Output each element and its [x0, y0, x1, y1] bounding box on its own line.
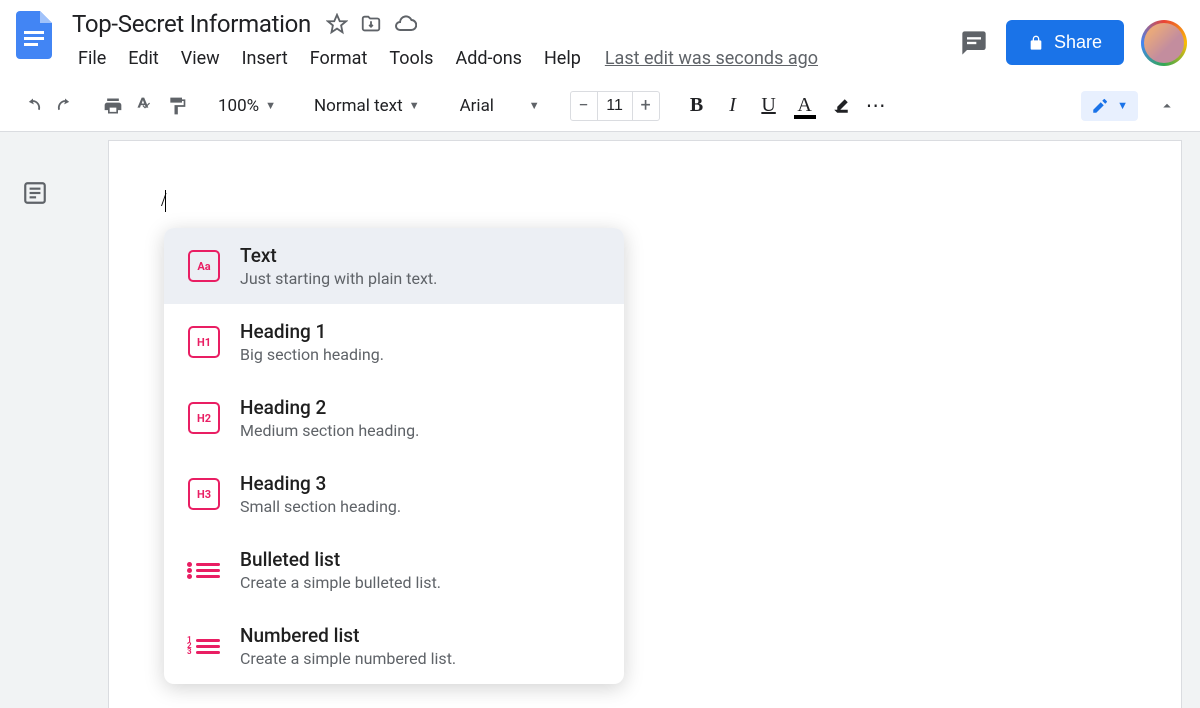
menu-item-title: Bulleted list: [240, 548, 441, 571]
slash-menu-item-text[interactable]: Aa Text Just starting with plain text.: [164, 228, 624, 304]
menu-item-desc: Just starting with plain text.: [240, 269, 437, 288]
bold-button[interactable]: B: [682, 91, 712, 121]
move-to-folder-icon[interactable]: [359, 12, 383, 36]
menu-item-desc: Big section heading.: [240, 345, 384, 364]
share-button[interactable]: Share: [1006, 20, 1124, 65]
menu-item-desc: Small section heading.: [240, 497, 401, 516]
underline-button[interactable]: U: [754, 91, 784, 121]
format-icon: H3: [188, 478, 220, 510]
numbered-list-icon: [188, 630, 220, 662]
format-icon: Aa: [188, 250, 220, 282]
document-content[interactable]: /: [161, 189, 167, 212]
menu-item-desc: Create a simple numbered list.: [240, 649, 456, 668]
comments-icon[interactable]: [960, 29, 988, 57]
menu-format[interactable]: Format: [300, 44, 378, 73]
font-size-input[interactable]: [597, 92, 633, 120]
more-toolbar-icon[interactable]: ⋯: [862, 91, 892, 121]
font-size-stepper: − +: [570, 91, 660, 121]
style-value: Normal text: [314, 96, 403, 116]
menu-item-title: Heading 3: [240, 472, 401, 495]
cloud-status-icon[interactable]: [393, 12, 417, 36]
bulleted-list-icon: [188, 554, 220, 586]
zoom-value: 100%: [218, 96, 259, 116]
menu-help[interactable]: Help: [534, 44, 591, 73]
menu-view[interactable]: View: [171, 44, 230, 73]
slash-menu-item-heading-2[interactable]: H2 Heading 2 Medium section heading.: [164, 380, 624, 456]
menu-edit[interactable]: Edit: [118, 44, 168, 73]
font-family-select[interactable]: Arial ▼: [450, 96, 550, 116]
paint-format-icon[interactable]: [162, 91, 192, 121]
menu-item-title: Numbered list: [240, 624, 456, 647]
font-size-increase[interactable]: +: [633, 92, 659, 120]
outline-sidebar-icon[interactable]: [22, 180, 50, 208]
undo-icon[interactable]: [18, 91, 48, 121]
text-color-button[interactable]: A: [790, 91, 820, 121]
paragraph-style-select[interactable]: Normal text ▼: [304, 96, 430, 116]
slash-menu-item-heading-1[interactable]: H1 Heading 1 Big section heading.: [164, 304, 624, 380]
redo-icon[interactable]: [50, 91, 80, 121]
menu-item-title: Text: [240, 244, 437, 267]
menu-file[interactable]: File: [68, 44, 116, 73]
menu-item-desc: Medium section heading.: [240, 421, 419, 440]
spellcheck-icon[interactable]: [130, 91, 160, 121]
format-icon: H1: [188, 326, 220, 358]
print-icon[interactable]: [98, 91, 128, 121]
share-label: Share: [1054, 32, 1102, 53]
menu-addons[interactable]: Add-ons: [445, 44, 532, 73]
slash-menu-item-heading-3[interactable]: H3 Heading 3 Small section heading.: [164, 456, 624, 532]
font-value: Arial: [460, 96, 494, 116]
chevron-down-icon: ▼: [265, 99, 276, 112]
collapse-toolbar-icon[interactable]: [1152, 91, 1182, 121]
zoom-select[interactable]: 100% ▼: [210, 96, 284, 116]
slash-menu-item-numbered-list[interactable]: Numbered list Create a simple numbered li…: [164, 608, 624, 684]
slash-menu-item-bulleted-list[interactable]: Bulleted list Create a simple bulleted li…: [164, 532, 624, 608]
format-icon: H2: [188, 402, 220, 434]
menu-tools[interactable]: Tools: [379, 44, 443, 73]
account-avatar[interactable]: [1142, 21, 1186, 65]
document-title[interactable]: Top-Secret Information: [68, 8, 315, 40]
docs-logo-icon[interactable]: [14, 8, 54, 62]
chevron-down-icon: ▼: [409, 99, 420, 112]
slash-command-menu: Aa Text Just starting with plain text. H1 He…: [164, 228, 624, 684]
star-icon[interactable]: [325, 12, 349, 36]
chevron-down-icon: ▼: [529, 99, 540, 112]
italic-button[interactable]: I: [718, 91, 748, 121]
toolbar: 100% ▼ Normal text ▼ Arial ▼ − + B I U A…: [0, 80, 1200, 132]
chevron-down-icon: ▼: [1117, 99, 1128, 112]
menu-insert[interactable]: Insert: [232, 44, 298, 73]
highlight-button[interactable]: [826, 91, 856, 121]
menu-item-desc: Create a simple bulleted list.: [240, 573, 441, 592]
menu-item-title: Heading 1: [240, 320, 384, 343]
last-edit-link[interactable]: Last edit was seconds ago: [605, 48, 818, 69]
menu-item-title: Heading 2: [240, 396, 419, 419]
font-size-decrease[interactable]: −: [571, 92, 597, 120]
editing-mode-button[interactable]: ▼: [1081, 91, 1138, 121]
menubar: File Edit View Insert Format Tools Add-o…: [68, 44, 960, 73]
